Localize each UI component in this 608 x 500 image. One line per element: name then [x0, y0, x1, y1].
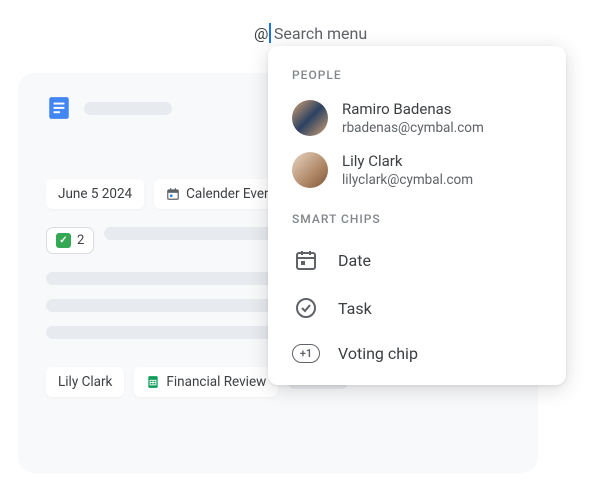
text-placeholder — [104, 227, 284, 240]
calendar-icon — [166, 187, 180, 201]
calendar-icon — [292, 248, 320, 272]
person-chip-label: Lily Clark — [58, 374, 112, 390]
smart-chips-section-label: SMART CHIPS — [268, 208, 566, 236]
task-chip-option[interactable]: Task — [268, 284, 566, 332]
checkmark-icon: ✓ — [56, 233, 71, 248]
chip-option-label: Voting chip — [338, 344, 418, 363]
mention-popover: PEOPLE Ramiro Badenas rbadenas@cymbal.co… — [268, 46, 566, 385]
date-chip[interactable]: June 5 2024 — [46, 179, 144, 209]
sheet-chip[interactable]: Financial Review — [134, 367, 278, 397]
chip-option-label: Task — [338, 299, 372, 318]
vote-chip[interactable]: ✓ 2 — [46, 227, 94, 254]
at-mention-trigger[interactable]: @ Search menu — [254, 23, 367, 43]
people-section-label: PEOPLE — [268, 64, 566, 92]
person-info: Ramiro Badenas rbadenas@cymbal.com — [342, 100, 484, 136]
title-placeholder — [84, 102, 172, 115]
chip-option-label: Date — [338, 251, 371, 270]
person-info: Lily Clark lilyclark@cymbal.com — [342, 152, 473, 188]
calendar-chip-label: Calender Event — [186, 186, 276, 202]
google-docs-icon — [46, 95, 72, 121]
at-sign: @ — [254, 24, 268, 43]
text-cursor — [269, 23, 271, 43]
person-name: Lily Clark — [342, 152, 473, 170]
vote-count: 2 — [77, 233, 84, 248]
sheet-chip-label: Financial Review — [166, 374, 266, 390]
person-name: Ramiro Badenas — [342, 100, 484, 118]
voting-chip-option[interactable]: +1 Voting chip — [268, 332, 566, 375]
sheets-icon — [146, 375, 160, 389]
person-item[interactable]: Ramiro Badenas rbadenas@cymbal.com — [268, 92, 566, 144]
avatar — [292, 152, 328, 188]
avatar — [292, 100, 328, 136]
date-chip-option[interactable]: Date — [268, 236, 566, 284]
voting-chip-icon: +1 — [292, 344, 320, 363]
search-placeholder: Search menu — [274, 24, 367, 43]
person-email: rbadenas@cymbal.com — [342, 120, 484, 136]
date-chip-label: June 5 2024 — [58, 186, 132, 202]
person-chip[interactable]: Lily Clark — [46, 367, 124, 397]
person-item[interactable]: Lily Clark lilyclark@cymbal.com — [268, 144, 566, 196]
person-email: lilyclark@cymbal.com — [342, 172, 473, 188]
task-check-icon — [292, 296, 320, 320]
